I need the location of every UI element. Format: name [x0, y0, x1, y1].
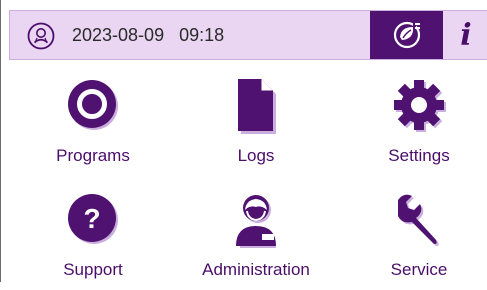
service-button[interactable]: Service — [349, 190, 487, 290]
support-label: Support — [63, 260, 123, 279]
programs-button[interactable]: Programs — [23, 76, 163, 176]
support-button[interactable]: ? Support — [23, 190, 163, 290]
programs-label: Programs — [56, 146, 130, 165]
settings-button[interactable]: Settings — [349, 76, 487, 176]
administration-button[interactable]: Administration — [186, 190, 326, 290]
plug-leaf-icon — [393, 21, 420, 49]
ring-icon — [68, 80, 118, 130]
eco-mode-button[interactable] — [370, 11, 443, 59]
document-icon — [238, 79, 276, 134]
gear-icon — [394, 80, 446, 132]
administration-label: Administration — [202, 260, 310, 279]
settings-label: Settings — [388, 146, 450, 165]
service-label: Service — [390, 260, 448, 279]
svg-text:?: ? — [83, 203, 100, 234]
status-bar: 2023-08-09 09:18 i — [9, 10, 487, 60]
logs-button[interactable]: Logs — [186, 76, 326, 176]
info-button[interactable]: i — [444, 11, 487, 59]
wrench-icon — [398, 194, 439, 246]
logs-label: Logs — [237, 146, 275, 165]
info-icon: i — [460, 17, 472, 53]
screen-frame: 2023-08-09 09:18 i Programs Logs Setting… — [0, 0, 487, 282]
date-time: 2023-08-09 09:18 — [72, 25, 225, 45]
user-badge-icon[interactable] — [27, 22, 55, 50]
question-icon: ? — [68, 194, 118, 244]
admin-user-icon — [236, 195, 276, 248]
